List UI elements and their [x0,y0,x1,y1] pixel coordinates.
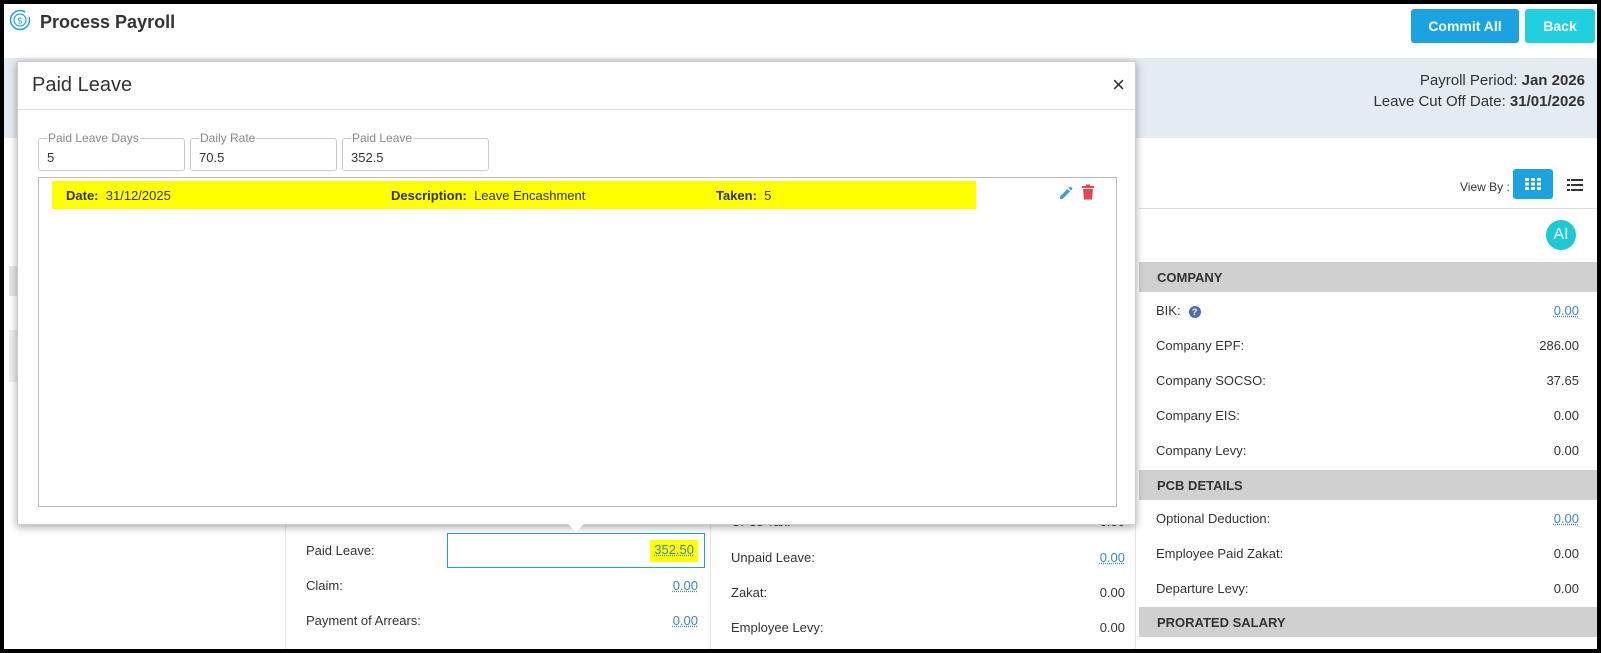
close-icon[interactable]: × [1112,74,1125,96]
left-row-paid-leave: Paid Leave: [306,533,446,568]
row-label: Unpaid Leave: [731,550,815,565]
row-value: 37.65 [1546,373,1579,388]
top-bar: $ Process Payroll Commit All Back [4,4,1597,56]
ai-assistant-button[interactable]: AI [1546,220,1576,250]
paid-leave-field[interactable]: 352.50 [447,533,705,568]
row-value: 0.00 [1099,585,1125,600]
field-label: Paid Leave [351,131,414,145]
row-label: Zakat: [731,585,768,600]
row-value: 286.00 [1539,338,1579,353]
field-value: 5 [47,150,55,165]
page-title: Process Payroll [40,12,176,32]
payroll-period-info: Payroll Period: Jan 2026 Leave Cut Off D… [1373,70,1585,112]
row-label: Optional Deduction: [1156,511,1271,526]
commit-all-button[interactable]: Commit All [1411,9,1519,43]
field-value: 70.5 [199,150,225,165]
row-label: Claim: [306,578,343,593]
list-icon [1567,179,1583,191]
svg-text:$: $ [17,17,23,27]
paid-leave-value-link[interactable]: 352.50 [650,540,698,562]
pcb-row-zakat: Employee Paid Zakat: 0.00 [1156,536,1579,571]
company-row-eis: Company EIS: 0.00 [1156,398,1579,433]
middle-row-unpaid-leave: Unpaid Leave: 0.00 [731,540,1125,575]
field-label: Daily Rate [199,131,257,145]
divider [1139,208,1597,209]
field-value: 352.5 [351,150,384,165]
edit-icon[interactable] [1058,185,1074,201]
modal-header: Paid Leave × [18,62,1135,110]
company-section-heading: COMPANY [1139,262,1597,292]
modal-title: Paid Leave [32,74,133,96]
leave-cutoff-value: 31/01/2026 [1509,93,1585,110]
pcb-row-optional-deduction: Optional Deduction: 0.00 [1156,501,1579,536]
row-value: 0.00 [1553,408,1579,423]
company-row-epf: Company EPF: 286.00 [1156,328,1579,363]
row-label: Payment of Arrears: [306,613,421,628]
arrears-value-link[interactable]: 0.00 [673,613,698,628]
row-label: BIK:? [1156,303,1201,318]
view-by-label: View By : [1460,180,1510,194]
divider [710,514,711,649]
payroll-icon: $ [9,9,31,31]
list-item: Date: 31/12/2025 Description: Leave Enca… [52,181,976,209]
optional-deduction-link[interactable]: 0.00 [1554,511,1579,526]
row-value: 0.00 [1553,443,1579,458]
row-label: Company EIS: [1156,408,1240,423]
leave-entries-list: Date: 31/12/2025 Description: Leave Enca… [38,177,1117,507]
company-row-socso: Company SOCSO: 37.65 [1156,363,1579,398]
row-label: Paid Leave: [306,543,375,558]
pcb-section-heading: PCB DETAILS [1139,470,1597,500]
leave-cutoff-label: Leave Cut Off Date: [1373,93,1506,110]
payroll-period-label: Payroll Period: [1419,72,1518,89]
entry-taken: Taken: 5 [716,188,772,203]
daily-rate-field[interactable]: Daily Rate 70.5 [190,132,337,171]
modal-caret [568,524,584,532]
entry-description: Description: Leave Encashment [391,188,586,203]
company-row-bik: BIK:? 0.00 [1156,293,1579,328]
row-value: 0.00 [1099,620,1125,635]
divider [285,514,286,649]
row-label: Company Levy: [1156,443,1247,458]
payroll-period-value: Jan 2026 [1521,72,1585,89]
claim-value-link[interactable]: 0.00 [673,578,698,593]
row-label: Company SOCSO: [1156,373,1266,388]
left-row-claim: Claim: 0.00 [306,568,698,603]
paid-leave-days-field[interactable]: Paid Leave Days 5 [38,132,185,171]
unpaid-leave-link[interactable]: 0.00 [1100,550,1125,565]
row-label: Departure Levy: [1156,581,1249,596]
row-label: Company EPF: [1156,338,1245,353]
row-value: 0.00 [1553,546,1579,561]
row-value: 0.00 [1553,581,1579,596]
help-icon[interactable]: ? [1188,306,1201,318]
pcb-row-departure-levy: Departure Levy: 0.00 [1156,571,1579,606]
bik-value-link[interactable]: 0.00 [1554,303,1579,318]
prorated-section-heading: PRORATED SALARY [1139,607,1597,637]
delete-icon[interactable] [1081,184,1095,200]
left-row-arrears: Payment of Arrears: 0.00 [306,603,698,638]
middle-row-employee-levy: Employee Levy: 0.00 [731,610,1125,645]
entry-date: Date: 31/12/2025 [66,188,171,203]
row-label: Employee Paid Zakat: [1156,546,1284,561]
company-row-levy: Company Levy: 0.00 [1156,433,1579,468]
paid-leave-amount-field[interactable]: Paid Leave 352.5 [342,132,489,171]
divider [1135,514,1136,649]
field-label: Paid Leave Days [47,131,140,145]
back-button[interactable]: Back [1525,9,1595,43]
app-frame: $ Process Payroll Commit All Back Payrol… [4,4,1597,649]
paid-leave-modal: Paid Leave × Paid Leave Days 5 Daily Rat… [17,61,1136,525]
grid-icon [1525,178,1541,190]
middle-row-zakat: Zakat: 0.00 [731,575,1125,610]
row-label: Employee Levy: [731,620,824,635]
grid-view-button[interactable] [1513,169,1553,199]
list-view-button[interactable] [1560,172,1590,198]
